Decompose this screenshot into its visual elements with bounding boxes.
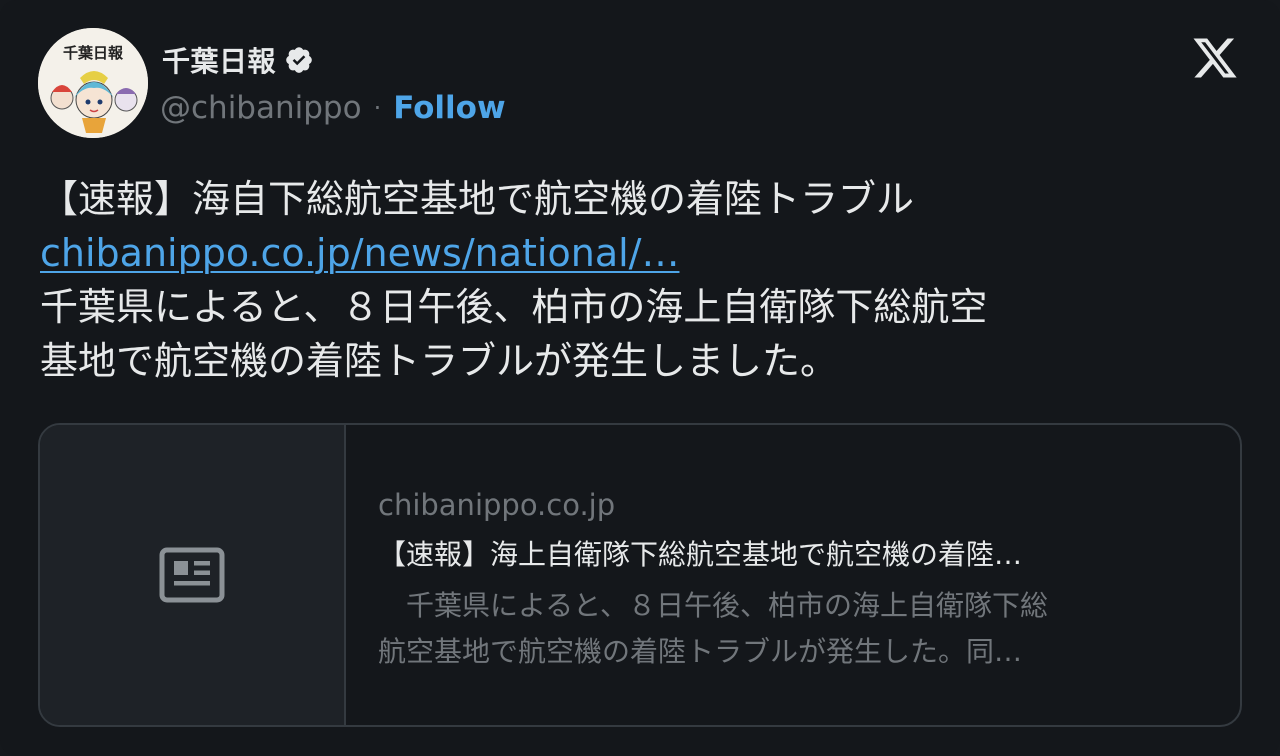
tweet-text-line: 【速報】海自下総航空基地で航空機の着陸トラブル	[40, 177, 915, 221]
link-preview-description-line: 千葉県によると、８日午後、柏市の海上自衛隊下総	[378, 589, 1049, 622]
author-handle-row: @chibanippo · Follow	[160, 90, 506, 126]
tweet-text-line: 千葉県によると、８日午後、柏市の海上自衛隊下総航空	[40, 285, 988, 329]
avatar-mascot-icon: 千葉日報	[38, 28, 148, 138]
author-handle[interactable]: @chibanippo	[160, 90, 362, 126]
link-preview-body: chibanippo.co.jp 【速報】海上自衛隊下総航空基地で航空機の着陸……	[346, 425, 1240, 725]
avatar-logo-lettering: 千葉日報	[63, 44, 124, 62]
follow-button[interactable]: Follow	[393, 90, 505, 126]
author-avatar[interactable]: 千葉日報	[38, 28, 148, 138]
link-preview-title: 【速報】海上自衛隊下総航空基地で航空機の着陸…	[378, 538, 1023, 571]
handle-separator: ·	[373, 94, 382, 122]
x-logo-icon[interactable]	[1190, 34, 1240, 82]
tweet-embed-card: 千葉日報 千葉日報 @chibanippo · Follow 【速報】海自下総航…	[0, 0, 1280, 756]
author-name-row: 千葉日報	[162, 40, 314, 80]
news-article-icon	[159, 547, 225, 603]
verified-badge-icon	[284, 45, 314, 75]
link-preview-thumbnail	[40, 425, 346, 725]
author-display-name[interactable]: 千葉日報	[162, 40, 276, 80]
tweet-text-line: 基地で航空機の着陸トラブルが発生しました。	[40, 339, 839, 383]
link-preview-card[interactable]: chibanippo.co.jp 【速報】海上自衛隊下総航空基地で航空機の着陸……	[38, 423, 1242, 727]
tweet-text: 【速報】海自下総航空基地で航空機の着陸トラブル chibanippo.co.jp…	[40, 172, 1240, 388]
tweet-url-link[interactable]: chibanippo.co.jp/news/national/…	[40, 231, 679, 275]
link-preview-description: 千葉県によると、８日午後、柏市の海上自衛隊下総 航空基地で航空機の着陸トラブルが…	[378, 583, 1240, 675]
link-preview-description-line: 航空基地で航空機の着陸トラブルが発生した。同…	[378, 635, 1023, 668]
link-preview-domain: chibanippo.co.jp	[378, 488, 616, 522]
